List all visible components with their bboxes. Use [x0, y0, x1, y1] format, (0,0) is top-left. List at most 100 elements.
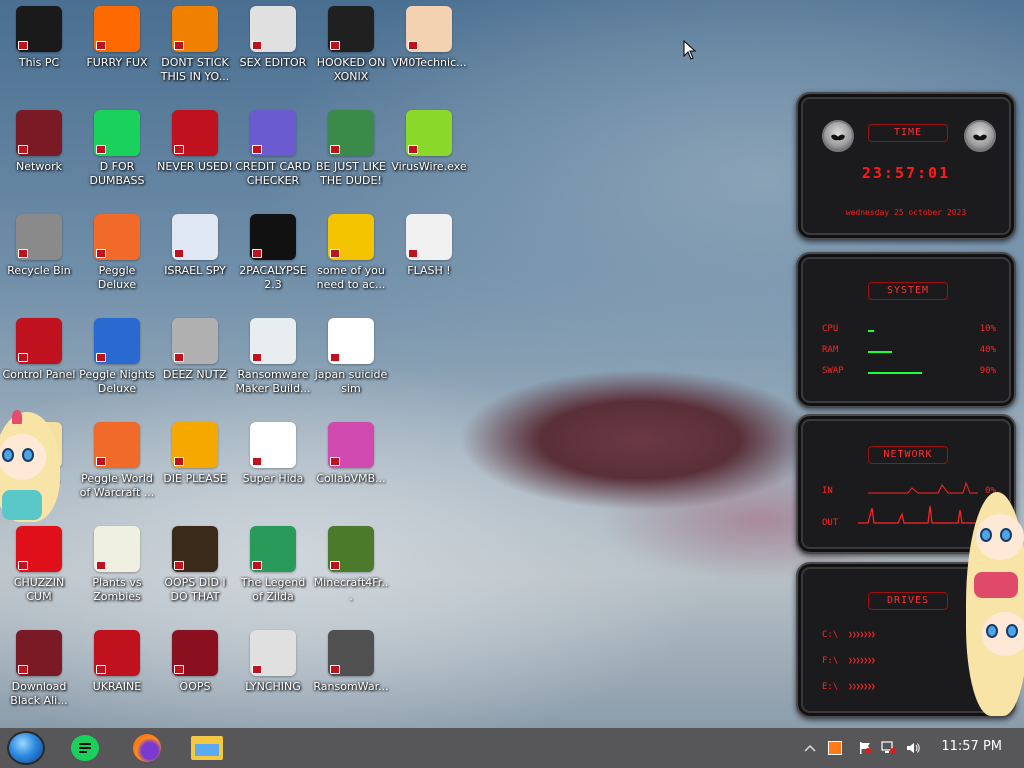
desktop-icon[interactable]: FLASH !: [390, 214, 468, 314]
flag-icon[interactable]: [856, 739, 874, 757]
desktop-icon[interactable]: Plants vs Zombies: [78, 526, 156, 626]
shortcut-badge-icon: [96, 457, 106, 466]
shortcut-badge-icon: [174, 145, 184, 154]
alien-globe-icon: [16, 630, 62, 676]
shortcut-badge-icon: [96, 561, 106, 570]
desktop-icon[interactable]: japan suicide sim: [312, 318, 390, 418]
desktop-icon[interactable]: Super Hida: [234, 422, 312, 522]
volume-icon[interactable]: [904, 739, 922, 757]
mouse-cursor-icon: [683, 40, 697, 60]
desktop-icon[interactable]: Peggle World of Warcraft ...: [78, 422, 156, 522]
shortcut-badge-icon: [174, 665, 184, 674]
system-row-swap: SWAP 90%: [822, 366, 996, 378]
desktop-icon[interactable]: Download Black Ali...: [0, 630, 78, 730]
chuzzle-icon: [16, 526, 62, 572]
desktop-icon-label: DIE PLEASE: [163, 472, 227, 485]
chat-app-icon[interactable]: [68, 733, 102, 763]
shortcut-badge-icon: [18, 249, 28, 258]
peggle-nights-icon: [94, 318, 140, 364]
desktop-icon[interactable]: CREDIT CARD CHECKER: [234, 110, 312, 210]
desktop-icon[interactable]: HOOKED ON XONIX: [312, 6, 390, 106]
desktop-icon[interactable]: 2PACALYPSE 2.3: [234, 214, 312, 314]
network-in-graph: [868, 481, 978, 494]
desktop-icon[interactable]: some of you need to ac...: [312, 214, 390, 314]
taskbar: 11:57 PM: [0, 728, 1024, 768]
desktop-icon-label: OOPS: [179, 680, 211, 693]
file-explorer-icon[interactable]: [190, 733, 224, 763]
desktop-icon-label: The Legend of Zilda: [240, 576, 306, 603]
desktop-icon-label: Minecraft4Fr...: [313, 576, 389, 603]
desktop-icon[interactable]: UKRAINE: [78, 630, 156, 730]
desktop-icon-label: 2PACALYPSE 2.3: [239, 264, 307, 291]
shortcut-badge-icon: [330, 41, 340, 50]
drive-row-label: F:\: [822, 656, 839, 666]
flash-icon: [406, 214, 452, 260]
avast-icon[interactable]: [826, 739, 844, 757]
desktop-icon[interactable]: D FOR DUMBASS: [78, 110, 156, 210]
desktop-icon[interactable]: BE JUST LIKE THE DUDE!: [312, 110, 390, 210]
desktop-icon-label: NEVER USED!: [157, 160, 233, 173]
chevron-up-icon[interactable]: [802, 739, 818, 757]
radiation-icon: [94, 630, 140, 676]
network-icon[interactable]: [880, 739, 898, 757]
system-widget-title: SYSTEM: [868, 282, 948, 300]
desktop-icon-label: CREDIT CARD CHECKER: [235, 160, 311, 187]
control-panel-icon: [16, 318, 62, 364]
desktop-icon[interactable]: Network: [0, 110, 78, 210]
desktop-icon[interactable]: Peggle Deluxe: [78, 214, 156, 314]
desktop-icon-label: VM0Technic...: [391, 56, 467, 69]
shortcut-badge-icon: [18, 145, 28, 154]
window-icon: [250, 318, 296, 364]
desktop-icon[interactable]: The Legend of Zilda: [234, 526, 312, 626]
desktop-icon-label: Plants vs Zombies: [92, 576, 142, 603]
taskbar-clock[interactable]: 11:57 PM: [941, 739, 1002, 754]
shortcut-badge-icon: [18, 561, 28, 570]
drive-usage-chevrons-icon: ❯❯❯❯❯❯❯: [848, 630, 876, 639]
scp-icon: [250, 630, 296, 676]
start-orb-icon[interactable]: [7, 731, 45, 765]
desktop-icon[interactable]: FURRY FUX: [78, 6, 156, 106]
desktop-icon-label: Ransomware Maker Build...: [235, 368, 311, 395]
desktop-icon[interactable]: ISRAEL SPY: [156, 214, 234, 314]
peggle-icon: [94, 214, 140, 260]
desktop-icon[interactable]: Peggle Nights Deluxe: [78, 318, 156, 418]
pixel-hero-icon: [250, 526, 296, 572]
firefox-icon[interactable]: [130, 733, 164, 763]
firefox-icon: [94, 6, 140, 52]
system-row-cpu: CPU 10%: [822, 324, 996, 336]
shortcut-badge-icon: [252, 353, 262, 362]
desktop-icon[interactable]: This PC: [0, 6, 78, 106]
drive-row-label: E:\: [822, 682, 839, 692]
desktop-icon[interactable]: OOPS DID I DO THAT: [156, 526, 234, 626]
peggle-wow-icon: [94, 422, 140, 468]
desktop-icon[interactable]: Minecraft4Fr...: [312, 526, 390, 626]
desktop-icon[interactable]: VirusWire.exe: [390, 110, 468, 210]
system-row-bar: [868, 351, 892, 353]
chat-icon: [94, 110, 140, 156]
desktop-icon[interactable]: DONT STICK THIS IN YO...: [156, 6, 234, 106]
desktop-icon[interactable]: Control Panel: [0, 318, 78, 418]
desktop-icon[interactable]: Ransomware Maker Build...: [234, 318, 312, 418]
desktop-icon[interactable]: CollabVMB...: [312, 422, 390, 522]
desktop-icon[interactable]: RansomWar...: [312, 630, 390, 730]
desktop-icon[interactable]: CHUZZIN CUM: [0, 526, 78, 626]
alien-head-icon: [822, 120, 854, 152]
desktop-icon-label: ISRAEL SPY: [164, 264, 226, 277]
shortcut-badge-icon: [330, 561, 340, 570]
shortcut-badge-icon: [96, 665, 106, 674]
desktop-icon[interactable]: DIE PLEASE: [156, 422, 234, 522]
desktop-icon[interactable]: DEEZ NUTZ: [156, 318, 234, 418]
desktop-icon[interactable]: VM0Technic...: [390, 6, 468, 106]
shortcut-badge-icon: [174, 561, 184, 570]
desktop-icon[interactable]: Recycle Bin: [0, 214, 78, 314]
red-box-icon: [172, 630, 218, 676]
desktop-icon[interactable]: LYNCHING: [234, 630, 312, 730]
desktop-icon[interactable]: OOPS: [156, 630, 234, 730]
system-row-value: 10%: [979, 324, 996, 334]
shortcut-badge-icon: [174, 249, 184, 258]
drive-usage-chevrons-icon: ❯❯❯❯❯❯❯: [848, 682, 876, 691]
desktop-icon[interactable]: NEVER USED!: [156, 110, 234, 210]
desktop-icon-label: CollabVMB...: [316, 472, 386, 485]
time-widget: TIME 23:57:01 wednesday 25 october 2023: [796, 92, 1016, 240]
desktop-icon[interactable]: SEX EDITOR: [234, 6, 312, 106]
